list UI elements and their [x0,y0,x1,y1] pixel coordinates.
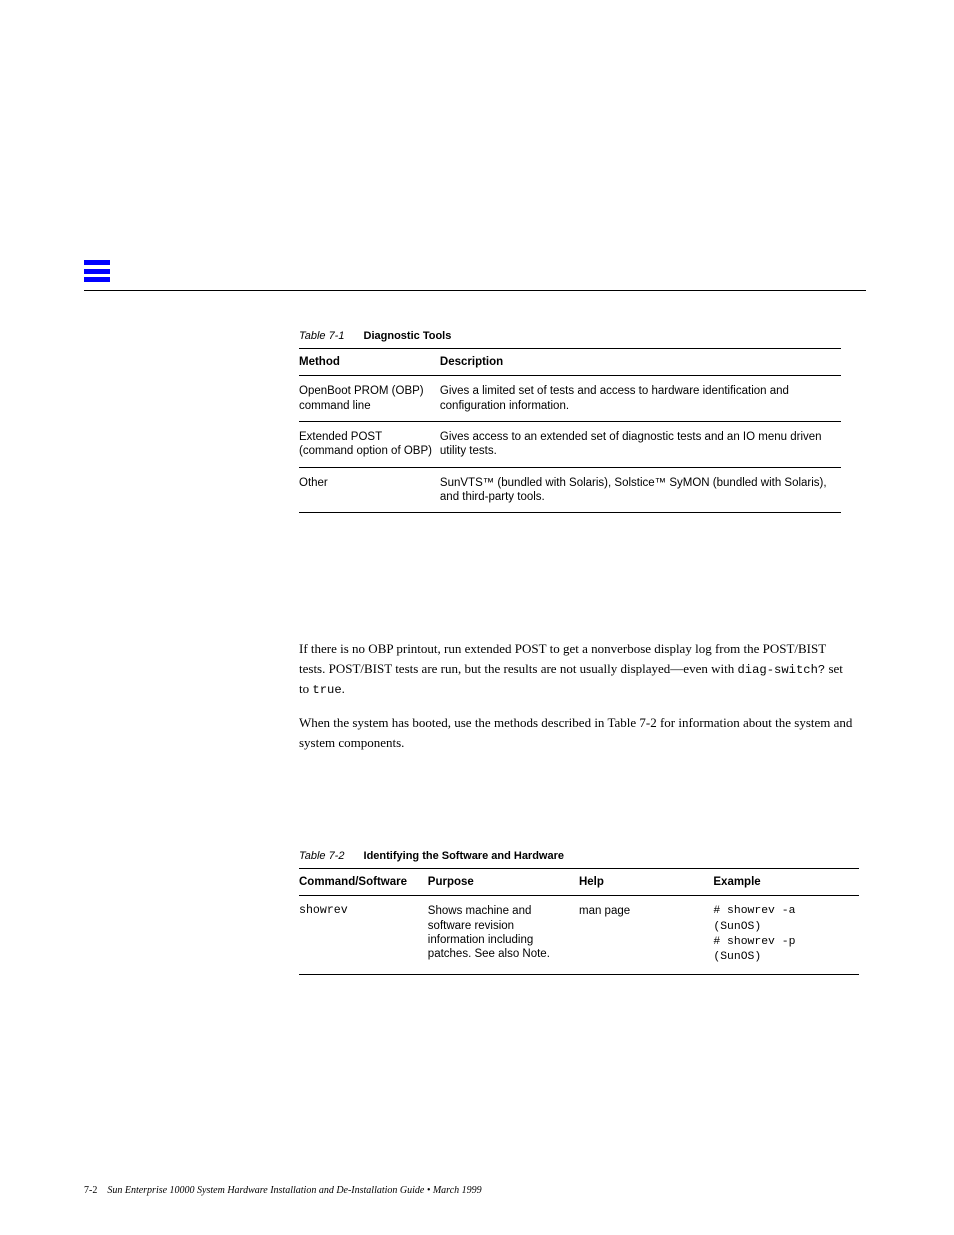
table1-cell-method: OpenBoot PROM (OBP) command line [299,376,440,422]
intro-p2: When the system has booted, use the meth… [299,713,854,752]
table2-caption-num: Table 7-2 [299,850,344,862]
intro-p1: If there is no OBP printout, run extende… [299,639,854,699]
table-row: OpenBoot PROM (OBP) command lineGives a … [299,376,841,422]
intro-p2-pre: When the system has booted, use the meth… [299,715,607,730]
table1-caption-title: Diagnostic Tools [364,330,452,342]
table1-cell-desc: SunVTS™ (bundled with Solaris), Solstice… [440,467,841,513]
menu-bars-icon[interactable] [84,260,110,282]
table-row: showrevShows machine and software revisi… [299,896,859,975]
intro-paragraph: If there is no OBP printout, run extende… [299,639,854,752]
table2-th-purpose: Purpose [428,868,579,895]
page-footer: 7-2 Sun Enterprise 10000 System Hardware… [84,1185,866,1198]
table2-cell-purpose: Shows machine and software revision info… [428,896,579,975]
table2-th-example: Example [713,868,859,895]
table1-th-desc: Description [440,348,841,375]
table1-caption-num: Table 7-1 [299,330,344,342]
table1-cell-desc: Gives a limited set of tests and access … [440,376,841,422]
table1-cell-method: Extended POST (command option of OBP) [299,421,440,467]
table2-caption-title: Identifying the Software and Hardware [364,850,564,862]
table1-cell-method: Other [299,467,440,513]
intro-p1-mono2: true [312,683,341,697]
table-row: Extended POST (command option of OBP)Giv… [299,421,841,467]
table1-cell-desc: Gives access to an extended set of diagn… [440,421,841,467]
intro-p2-link: Table 7-2 [607,715,656,730]
table2-th-cmd: Command/Software [299,868,428,895]
table1-caption: Table 7-1 Diagnostic Tools [299,330,841,344]
table2-cell-example: # showrev -a (SunOS) # showrev -p (SunOS… [713,896,859,975]
table2-cell-cmd: showrev [299,896,428,975]
header-rule [84,290,866,291]
table2-caption: Table 7-2 Identifying the Software and H… [299,850,859,864]
diagnostic-tools-table: Table 7-1 Diagnostic Tools Method Descri… [299,330,841,513]
table1-th-method: Method [299,348,440,375]
intro-p1-mono: diag-switch? [737,663,825,677]
table2-th-help: Help [579,868,713,895]
table-row: OtherSunVTS™ (bundled with Solaris), Sol… [299,467,841,513]
footer-pagenum: 7-2 [84,1185,97,1196]
table2-cell-help: man page [579,896,713,975]
footer-left: 7-2 Sun Enterprise 10000 System Hardware… [84,1185,482,1198]
identify-sw-hw-table: Table 7-2 Identifying the Software and H… [299,850,859,975]
footer-text: Sun Enterprise 10000 System Hardware Ins… [107,1185,481,1196]
intro-p1-end: . [342,681,345,696]
